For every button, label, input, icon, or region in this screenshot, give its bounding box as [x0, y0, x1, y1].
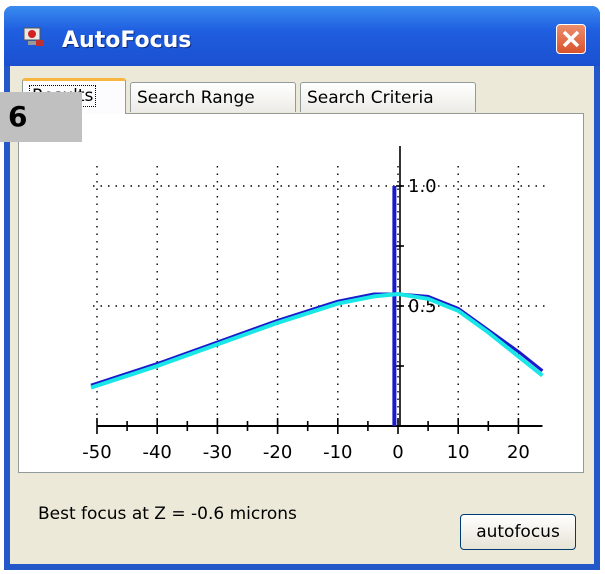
x-tick-label: -20 [263, 442, 292, 463]
y-tick-label: 1.0 [408, 176, 437, 197]
x-tick-label: 20 [507, 442, 530, 463]
close-icon [562, 30, 580, 48]
overlay-badge: 6 [0, 92, 82, 142]
client-area: Results Search Range Search Criteria -50… [10, 66, 594, 564]
tab-search-range[interactable]: Search Range [130, 82, 296, 112]
tab-search-criteria[interactable]: Search Criteria [300, 82, 476, 112]
focus-curve-raw [90, 292, 544, 387]
x-tick-label: 0 [392, 442, 403, 463]
app-icon [23, 27, 44, 46]
focus-chart: -50 -40 -30 -20 -10 0 10 200.51.0 [82, 146, 547, 463]
results-panel: -50 -40 -30 -20 -10 0 10 20 0.5 1.0 [18, 113, 584, 473]
x-tick-label: -10 [323, 442, 352, 463]
title-bar[interactable]: AutoFocus [4, 6, 600, 66]
x-tick-label: -40 [142, 442, 171, 463]
x-tick-label: -50 [82, 442, 111, 463]
autofocus-button[interactable]: autofocus [460, 514, 576, 550]
window-title: AutoFocus [62, 28, 192, 53]
x-tick-label: 10 [447, 442, 470, 463]
x-tick-label: -30 [203, 442, 232, 463]
status-text: Best focus at Z = -0.6 microns [38, 504, 297, 524]
close-button[interactable] [556, 24, 586, 54]
autofocus-window: AutoFocus Results Search Range Search Cr… [4, 6, 600, 570]
